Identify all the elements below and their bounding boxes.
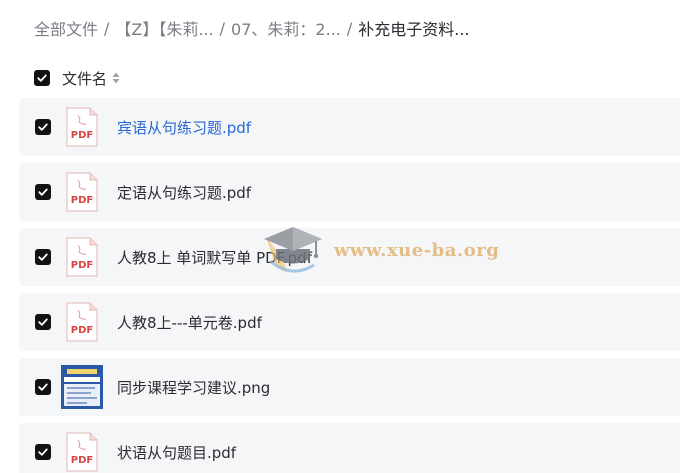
breadcrumb-separator: / <box>219 18 226 38</box>
file-name[interactable]: 人教8上 单词默写单 PDF.pdf <box>117 247 312 268</box>
select-all-checkbox[interactable] <box>34 70 50 86</box>
file-name[interactable]: 同步课程学习建议.png <box>117 377 270 398</box>
pdf-file-icon: PDF <box>65 172 99 212</box>
file-row[interactable]: PDF 人教8上---单元卷.pdf <box>19 293 680 351</box>
file-list: PDF 宾语从句练习题.pdf PDF 定语从句练习题.pdf PDF 人教8上… <box>19 98 680 473</box>
file-checkbox[interactable] <box>35 119 51 135</box>
file-row[interactable]: PDF 状语从句题目.pdf <box>19 423 680 473</box>
breadcrumb-folder-1[interactable]: 【Z】【朱莉... <box>115 16 213 40</box>
file-row[interactable]: 同步课程学习建议.png <box>19 358 680 416</box>
column-title-filename[interactable]: 文件名 <box>62 68 107 89</box>
file-checkbox[interactable] <box>35 184 51 200</box>
file-name[interactable]: 定语从句练习题.pdf <box>117 182 251 203</box>
file-row[interactable]: PDF 宾语从句练习题.pdf <box>19 98 680 156</box>
file-row[interactable]: PDF 定语从句练习题.pdf <box>19 163 680 221</box>
breadcrumb-folder-2[interactable]: 07、朱莉：2... <box>231 16 341 40</box>
file-name[interactable]: 状语从句题目.pdf <box>117 442 236 463</box>
breadcrumb-current-folder: 补充电子资料... <box>358 20 470 39</box>
pdf-file-icon: PDF <box>65 107 99 147</box>
pdf-icon-label: PDF <box>71 260 93 271</box>
checkmark-icon <box>38 188 48 196</box>
checkmark-icon <box>38 253 48 261</box>
checkmark-icon <box>37 74 47 82</box>
file-name[interactable]: 人教8上---单元卷.pdf <box>117 312 262 333</box>
image-thumbnail <box>61 365 103 409</box>
file-checkbox[interactable] <box>35 379 51 395</box>
file-row[interactable]: PDF 人教8上 单词默写单 PDF.pdf <box>19 228 680 286</box>
pdf-file-icon: PDF <box>65 432 99 472</box>
checkmark-icon <box>38 123 48 131</box>
pdf-icon-label: PDF <box>71 455 93 466</box>
checkmark-icon <box>38 383 48 391</box>
pdf-file-icon: PDF <box>65 302 99 342</box>
breadcrumb: 全部文件 / 【Z】【朱莉... / 07、朱莉：2... / 补充电子资料..… <box>34 16 470 40</box>
file-checkbox[interactable] <box>35 249 51 265</box>
file-checkbox[interactable] <box>35 314 51 330</box>
pdf-icon-label: PDF <box>71 130 93 141</box>
file-name[interactable]: 宾语从句练习题.pdf <box>117 117 251 138</box>
file-checkbox[interactable] <box>35 444 51 460</box>
checkmark-icon <box>38 318 48 326</box>
checkmark-icon <box>38 448 48 456</box>
breadcrumb-all-files[interactable]: 全部文件 <box>34 16 98 40</box>
pdf-file-icon: PDF <box>65 237 99 277</box>
breadcrumb-separator: / <box>104 18 110 38</box>
breadcrumb-separator: / <box>346 18 353 38</box>
pdf-icon-label: PDF <box>71 325 93 336</box>
file-browser-page: 全部文件 / 【Z】【朱莉... / 07、朱莉：2... / 补充电子资料..… <box>0 0 680 473</box>
sort-icon[interactable] <box>112 72 120 84</box>
list-header: 文件名 <box>34 68 120 88</box>
pdf-icon-label: PDF <box>71 195 93 206</box>
